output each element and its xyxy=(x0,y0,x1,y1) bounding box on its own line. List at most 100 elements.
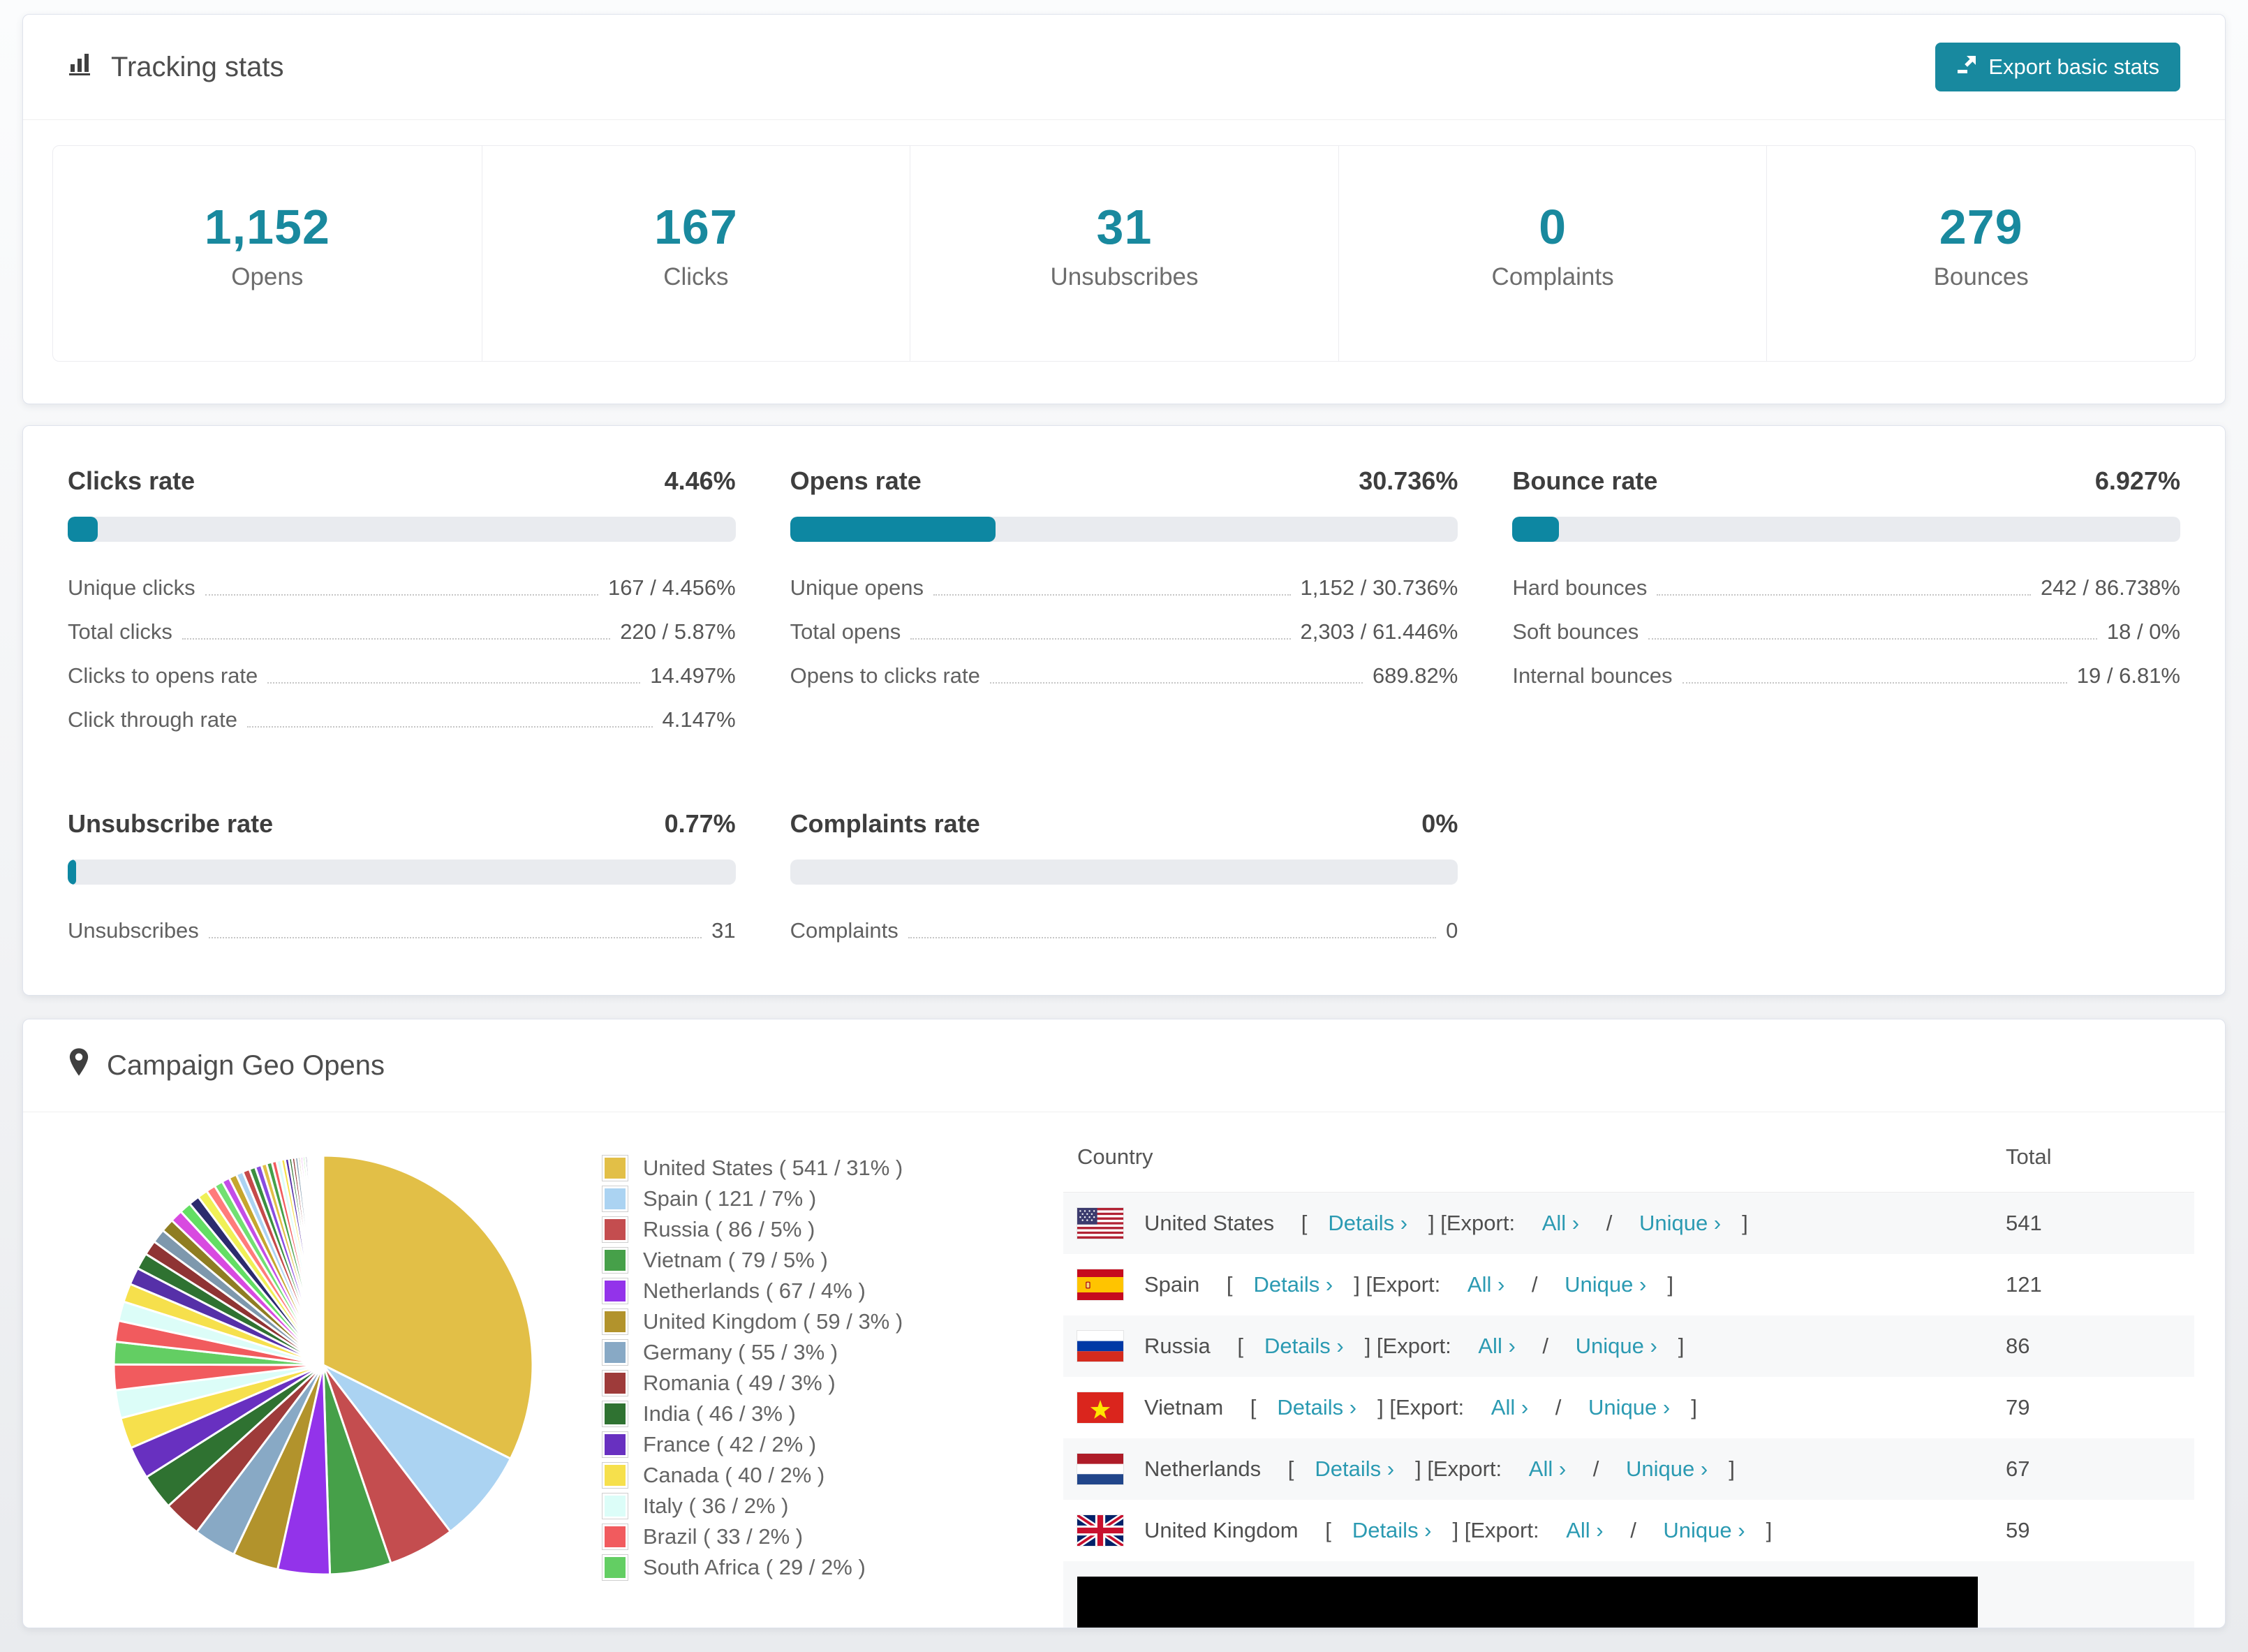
rate-title: Opens rate xyxy=(790,466,922,495)
flag-de-icon xyxy=(1077,1577,1978,1628)
export-all-link[interactable]: All › xyxy=(1529,1456,1566,1482)
legend-swatch xyxy=(602,1462,628,1489)
legend-swatch xyxy=(602,1155,628,1181)
country-total xyxy=(1992,1561,2194,1628)
rate-title: Complaints rate xyxy=(790,809,980,838)
details-link[interactable]: Details › xyxy=(1277,1395,1356,1420)
details-link[interactable]: Details › xyxy=(1254,1272,1333,1297)
export-all-link[interactable]: All › xyxy=(1542,1211,1579,1236)
export-unique-link[interactable]: Unique › xyxy=(1663,1518,1745,1543)
legend-label: Spain ( 121 / 7% ) xyxy=(643,1186,817,1211)
country-total: 121 xyxy=(2006,1272,2042,1297)
geo-pie-chart xyxy=(44,1123,602,1595)
export-all-link[interactable]: All › xyxy=(1478,1334,1515,1359)
rate-row-label: Soft bounces xyxy=(1512,619,1639,644)
rate-heading: Bounce rate 6.927% xyxy=(1512,466,2180,496)
summary-stat-bounces: 279 Bounces xyxy=(1766,146,2195,361)
rate-row-label: Opens to clicks rate xyxy=(790,663,980,688)
rate-heading: Opens rate 30.736% xyxy=(790,466,1458,496)
rate-row-label: Unique clicks xyxy=(68,575,195,600)
text-fragment: [ xyxy=(1295,1211,1308,1235)
rate-row-value: 167 / 4.456% xyxy=(607,575,736,600)
export-all-link[interactable]: All › xyxy=(1467,1272,1504,1297)
rate-rows: Hard bounces 242 / 86.738% Soft bounces 18 … xyxy=(1512,575,2180,688)
legend-swatch xyxy=(602,1370,628,1396)
rate-row-value: 19 / 6.81% xyxy=(2076,663,2180,688)
text-fragment: ] [Export: xyxy=(1377,1395,1470,1419)
geo-table-row-us: United States [Details ›] [Export: All ›… xyxy=(1063,1192,2194,1254)
country-cell: Spain [Details ›] [Export: All › / Uniqu… xyxy=(1077,1269,1978,1300)
legend-swatch xyxy=(602,1431,628,1458)
export-button-label: Export basic stats xyxy=(1988,54,2159,79)
export-unique-link[interactable]: Unique › xyxy=(1588,1395,1670,1420)
export-unique-link[interactable]: Unique › xyxy=(1576,1334,1657,1359)
text-fragment: / xyxy=(1525,1272,1544,1297)
rate-title: Bounce rate xyxy=(1512,466,1658,495)
stat-value: 279 xyxy=(1939,200,2023,254)
tracking-stats-title: Tracking stats xyxy=(68,50,283,84)
rate-rows: Complaints 0 xyxy=(790,918,1458,943)
rate-row-label: Hard bounces xyxy=(1512,575,1648,600)
country-total: 59 xyxy=(2006,1518,2030,1542)
stat-value: 0 xyxy=(1539,200,1567,254)
country-cell-wrap: Spain [Details ›] [Export: All › / Uniqu… xyxy=(1063,1254,1992,1315)
country-cell-wrap xyxy=(1063,1561,1992,1628)
country-name: United Kingdom xyxy=(1144,1518,1299,1542)
legend-label: Italy ( 36 / 2% ) xyxy=(643,1494,789,1518)
legend-swatch xyxy=(602,1554,628,1581)
rate-block-opens-rate: Opens rate 30.736% Unique opens 1,152 / 30.… xyxy=(790,466,1458,732)
rate-row-label: Click through rate xyxy=(68,707,237,732)
legend-swatch xyxy=(602,1247,628,1274)
flag-es-icon xyxy=(1077,1269,1123,1300)
rate-progress-fill xyxy=(790,517,996,542)
rate-row-value: 689.82% xyxy=(1372,663,1458,688)
flag-vn-icon xyxy=(1077,1392,1123,1423)
summary-stat-complaints: 0 Complaints xyxy=(1338,146,1767,361)
dotted-leader xyxy=(1657,594,2032,596)
rate-row: Hard bounces 242 / 86.738% xyxy=(1512,575,2180,600)
details-link[interactable]: Details › xyxy=(1264,1334,1344,1359)
rate-block-complaints-rate: Complaints rate 0% Complaints 0 xyxy=(790,809,1458,943)
dotted-leader xyxy=(205,594,598,596)
country-cell: Vietnam [Details ›] [Export: All › / Uni… xyxy=(1077,1392,1978,1423)
rate-row: Unique opens 1,152 / 30.736% xyxy=(790,575,1458,600)
rate-row-label: Total clicks xyxy=(68,619,172,644)
country-cell-wrap: United Kingdom [Details ›] [Export: All … xyxy=(1063,1500,1992,1561)
export-unique-link[interactable]: Unique › xyxy=(1639,1211,1721,1236)
country-total: 86 xyxy=(2006,1334,2030,1358)
rate-title: Clicks rate xyxy=(68,466,195,495)
tracking-stats-card: Tracking stats Export basic stats 1,152 O… xyxy=(22,14,2226,404)
stat-value: 31 xyxy=(1096,200,1153,254)
legend-swatch xyxy=(602,1339,628,1366)
legend-item-india: India ( 46 / 3% ) xyxy=(602,1401,1063,1427)
details-link[interactable]: Details › xyxy=(1315,1456,1394,1482)
details-link[interactable]: Details › xyxy=(1328,1211,1407,1236)
rate-row: Total opens 2,303 / 61.446% xyxy=(790,619,1458,644)
rate-row: Opens to clicks rate 689.82% xyxy=(790,663,1458,688)
country-cell: Russia [Details ›] [Export: All › / Uniq… xyxy=(1077,1331,1978,1362)
text-fragment: ] [Export: xyxy=(1364,1334,1458,1358)
export-unique-link[interactable]: Unique › xyxy=(1626,1456,1708,1482)
rate-row: Unsubscribes 31 xyxy=(68,918,736,943)
text-fragment: / xyxy=(1624,1518,1643,1542)
details-link[interactable]: Details › xyxy=(1352,1518,1432,1543)
text-fragment: ] xyxy=(1729,1456,1735,1481)
export-all-link[interactable]: All › xyxy=(1566,1518,1603,1543)
geo-legend: United States ( 541 / 31% ) Spain ( 121 /… xyxy=(602,1123,1063,1586)
rate-row-label: Unsubscribes xyxy=(68,918,199,943)
country-cell-wrap: Vietnam [Details ›] [Export: All › / Uni… xyxy=(1063,1377,1992,1438)
dotted-leader xyxy=(1682,682,2067,684)
rate-row-value: 31 xyxy=(711,918,736,943)
export-icon xyxy=(1956,54,1977,80)
export-unique-link[interactable]: Unique › xyxy=(1565,1272,1646,1297)
text-fragment: ] xyxy=(1667,1272,1673,1297)
export-all-link[interactable]: All › xyxy=(1491,1395,1528,1420)
export-basic-stats-button[interactable]: Export basic stats xyxy=(1935,43,2180,91)
rate-row-value: 242 / 86.738% xyxy=(2041,575,2180,600)
map-pin-icon xyxy=(68,1047,90,1084)
rate-row: Internal bounces 19 / 6.81% xyxy=(1512,663,2180,688)
rate-row-label: Internal bounces xyxy=(1512,663,1673,688)
geo-opens-card: Campaign Geo Opens United States ( 541 /… xyxy=(22,1019,2226,1628)
rate-row: Clicks to opens rate 14.497% xyxy=(68,663,736,688)
flag-nl-icon xyxy=(1077,1454,1123,1484)
